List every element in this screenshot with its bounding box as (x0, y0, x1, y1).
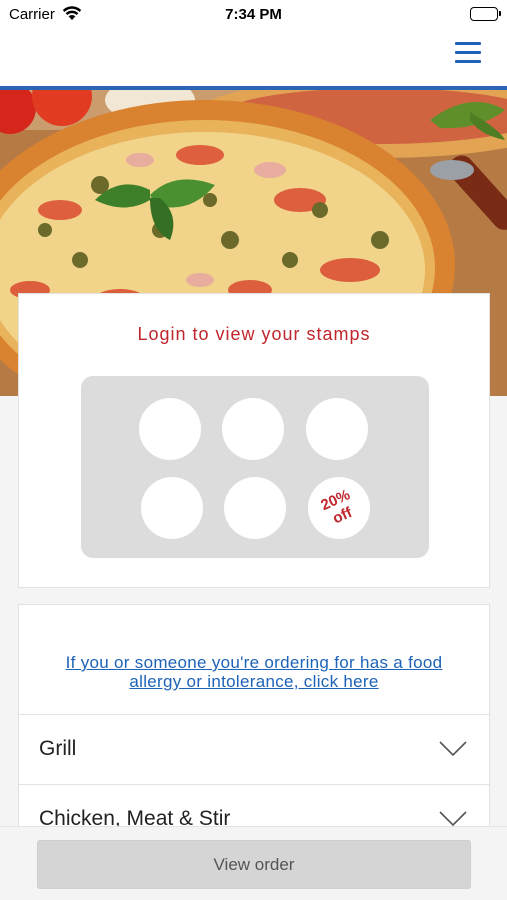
status-bar: Carrier 7:34 PM (0, 0, 507, 30)
category-label: Grill (39, 737, 77, 760)
chevron-down-icon (439, 741, 467, 762)
reward-label: 20% off (318, 486, 355, 528)
stamp-slot (139, 398, 201, 460)
allergy-info-link[interactable]: If you or someone you're ordering for ha… (19, 653, 489, 691)
battery-icon (470, 7, 501, 21)
clock: 7:34 PM (225, 6, 282, 23)
nav-bar (0, 30, 507, 86)
reward-stamp: 20% off (308, 477, 370, 539)
loyalty-stamp-card[interactable]: Login to view your stamps 20% off (18, 293, 490, 588)
menu-card: If you or someone you're ordering for ha… (18, 604, 490, 864)
view-order-button[interactable]: View order (37, 840, 471, 889)
stamp-slot (306, 398, 368, 460)
category-row-grill[interactable]: Grill (19, 714, 489, 784)
bottom-bar: View order (0, 826, 507, 900)
stamp-board: 20% off (81, 376, 429, 558)
stamp-slot (224, 477, 286, 539)
stamp-slot (141, 477, 203, 539)
hamburger-menu-icon[interactable] (455, 40, 483, 66)
app-screen: Carrier 7:34 PM Login to view your stamp… (0, 0, 507, 900)
login-stamps-prompt[interactable]: Login to view your stamps (19, 324, 489, 345)
stamp-slot (222, 398, 284, 460)
